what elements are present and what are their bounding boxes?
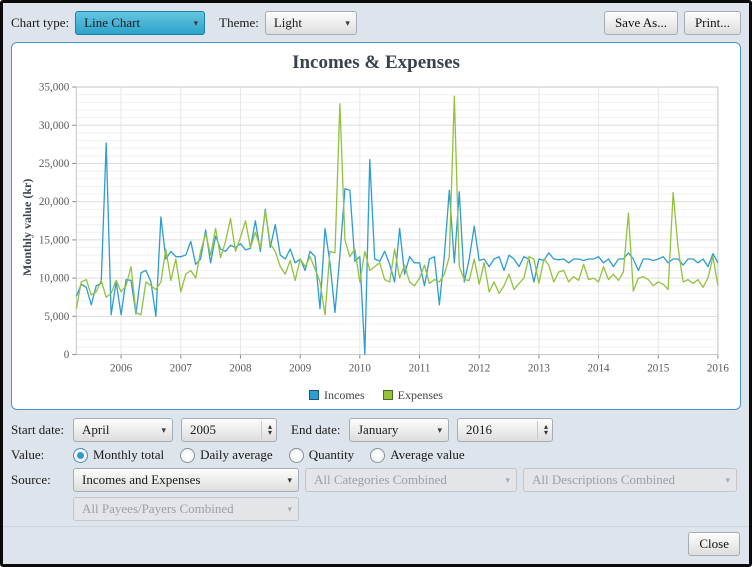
svg-text:2014: 2014 xyxy=(587,363,610,375)
svg-text:10,000: 10,000 xyxy=(39,273,70,285)
svg-text:2015: 2015 xyxy=(647,363,670,375)
save-as-button[interactable]: Save As... xyxy=(604,11,678,35)
categories-value: All Categories Combined xyxy=(314,472,499,488)
svg-text:2011: 2011 xyxy=(409,363,431,375)
chevron-down-icon: ▾ xyxy=(161,425,166,436)
incomes-swatch-icon xyxy=(309,390,319,400)
svg-text:2010: 2010 xyxy=(349,363,372,375)
end-month-select[interactable]: January ▾ xyxy=(349,418,449,442)
close-button[interactable]: Close xyxy=(688,532,740,556)
svg-text:20,000: 20,000 xyxy=(39,196,70,208)
chart-dialog: Chart type: Line Chart ▾ Theme: Light ▾ … xyxy=(0,0,752,567)
end-year-value: 2016 xyxy=(466,422,537,438)
value-row: Value: Monthly total Daily average Quant… xyxy=(11,447,741,463)
svg-text:5,000: 5,000 xyxy=(44,311,69,323)
legend-item-expenses: Expenses xyxy=(383,388,443,403)
start-year-spinner[interactable]: 2005 ▴▾ xyxy=(181,418,277,442)
start-year-value: 2005 xyxy=(190,422,261,438)
svg-text:15,000: 15,000 xyxy=(39,234,70,246)
theme-value: Light xyxy=(274,15,339,31)
expenses-legend-label: Expenses xyxy=(398,388,443,403)
categories-select: All Categories Combined ▾ xyxy=(305,468,517,492)
spin-down-icon[interactable]: ▾ xyxy=(268,430,272,436)
descriptions-value: All Descriptions Combined xyxy=(532,472,719,488)
incomes-legend-label: Incomes xyxy=(324,388,365,403)
svg-text:0: 0 xyxy=(64,349,70,361)
chart-panel: Incomes & Expenses Monthly value (kr) 20… xyxy=(11,42,741,410)
end-date-label: End date: xyxy=(291,422,349,438)
radio-daily-average[interactable]: Daily average xyxy=(180,447,273,463)
chevron-down-icon: ▾ xyxy=(345,18,350,29)
descriptions-select: All Descriptions Combined ▾ xyxy=(523,468,737,492)
chart-title: Incomes & Expenses xyxy=(16,49,736,79)
source-row: Source: Incomes and Expenses ▾ All Categ… xyxy=(11,468,741,492)
radio-daily-average-label: Daily average xyxy=(200,447,273,463)
y-axis-label: Monthly value (kr) xyxy=(20,179,35,276)
payees-select: All Payees/Payers Combined ▾ xyxy=(73,497,299,521)
chevron-down-icon: ▾ xyxy=(287,475,292,486)
theme-label: Theme: xyxy=(219,15,259,31)
payees-row: All Payees/Payers Combined ▾ xyxy=(11,497,741,521)
chevron-down-icon: ▾ xyxy=(287,504,292,515)
start-date-label: Start date: xyxy=(11,422,73,438)
chart-type-select[interactable]: Line Chart ▾ xyxy=(75,11,205,35)
source-select[interactable]: Incomes and Expenses ▾ xyxy=(73,468,299,492)
svg-text:2013: 2013 xyxy=(528,363,551,375)
svg-text:35,000: 35,000 xyxy=(39,82,70,94)
toolbar: Chart type: Line Chart ▾ Theme: Light ▾ … xyxy=(3,3,749,40)
radio-quantity[interactable]: Quantity xyxy=(289,447,355,463)
date-range-row: Start date: April ▾ 2005 ▴▾ End date: Ja… xyxy=(11,418,741,442)
spin-down-icon[interactable]: ▾ xyxy=(544,430,548,436)
chevron-down-icon: ▾ xyxy=(505,475,510,486)
svg-text:25,000: 25,000 xyxy=(39,158,70,170)
svg-text:2006: 2006 xyxy=(110,363,133,375)
svg-text:2016: 2016 xyxy=(707,363,730,375)
print-button[interactable]: Print... xyxy=(684,11,741,35)
chevron-down-icon: ▾ xyxy=(725,475,730,486)
chart-legend: Incomes Expenses xyxy=(16,385,736,405)
svg-text:2012: 2012 xyxy=(468,363,490,375)
legend-item-incomes: Incomes xyxy=(309,388,365,403)
end-month-value: January xyxy=(358,422,431,438)
controls-area: Start date: April ▾ 2005 ▴▾ End date: Ja… xyxy=(3,414,749,526)
value-label: Value: xyxy=(11,447,73,463)
payees-value: All Payees/Payers Combined xyxy=(82,501,281,517)
spinner-arrows[interactable]: ▴▾ xyxy=(537,421,548,439)
chevron-down-icon: ▾ xyxy=(437,425,442,436)
chart-type-value: Line Chart xyxy=(84,15,187,31)
svg-text:2008: 2008 xyxy=(229,363,252,375)
start-month-select[interactable]: April ▾ xyxy=(73,418,173,442)
radio-monthly-total[interactable]: Monthly total xyxy=(73,447,164,463)
chart-type-label: Chart type: xyxy=(11,15,69,31)
svg-text:2007: 2007 xyxy=(170,363,193,375)
source-label: Source: xyxy=(11,472,73,488)
line-chart: 2006 2007 2008 2009 2010 2011 2012 2013 2014 2015… xyxy=(16,79,736,383)
source-value: Incomes and Expenses xyxy=(82,472,281,488)
expenses-swatch-icon xyxy=(383,390,393,400)
radio-icon[interactable] xyxy=(73,448,88,463)
theme-select[interactable]: Light ▾ xyxy=(265,11,357,35)
radio-average-value[interactable]: Average value xyxy=(370,447,464,463)
dialog-footer: Close xyxy=(3,526,749,564)
radio-icon[interactable] xyxy=(180,448,195,463)
spinner-arrows[interactable]: ▴▾ xyxy=(261,421,272,439)
svg-text:30,000: 30,000 xyxy=(39,120,70,132)
chevron-down-icon: ▾ xyxy=(194,18,199,29)
radio-icon[interactable] xyxy=(370,448,385,463)
svg-text:2009: 2009 xyxy=(289,363,312,375)
end-year-spinner[interactable]: 2016 ▴▾ xyxy=(457,418,553,442)
start-month-value: April xyxy=(82,422,155,438)
radio-average-value-label: Average value xyxy=(390,447,464,463)
radio-icon[interactable] xyxy=(289,448,304,463)
radio-quantity-label: Quantity xyxy=(309,447,355,463)
radio-monthly-total-label: Monthly total xyxy=(93,447,164,463)
